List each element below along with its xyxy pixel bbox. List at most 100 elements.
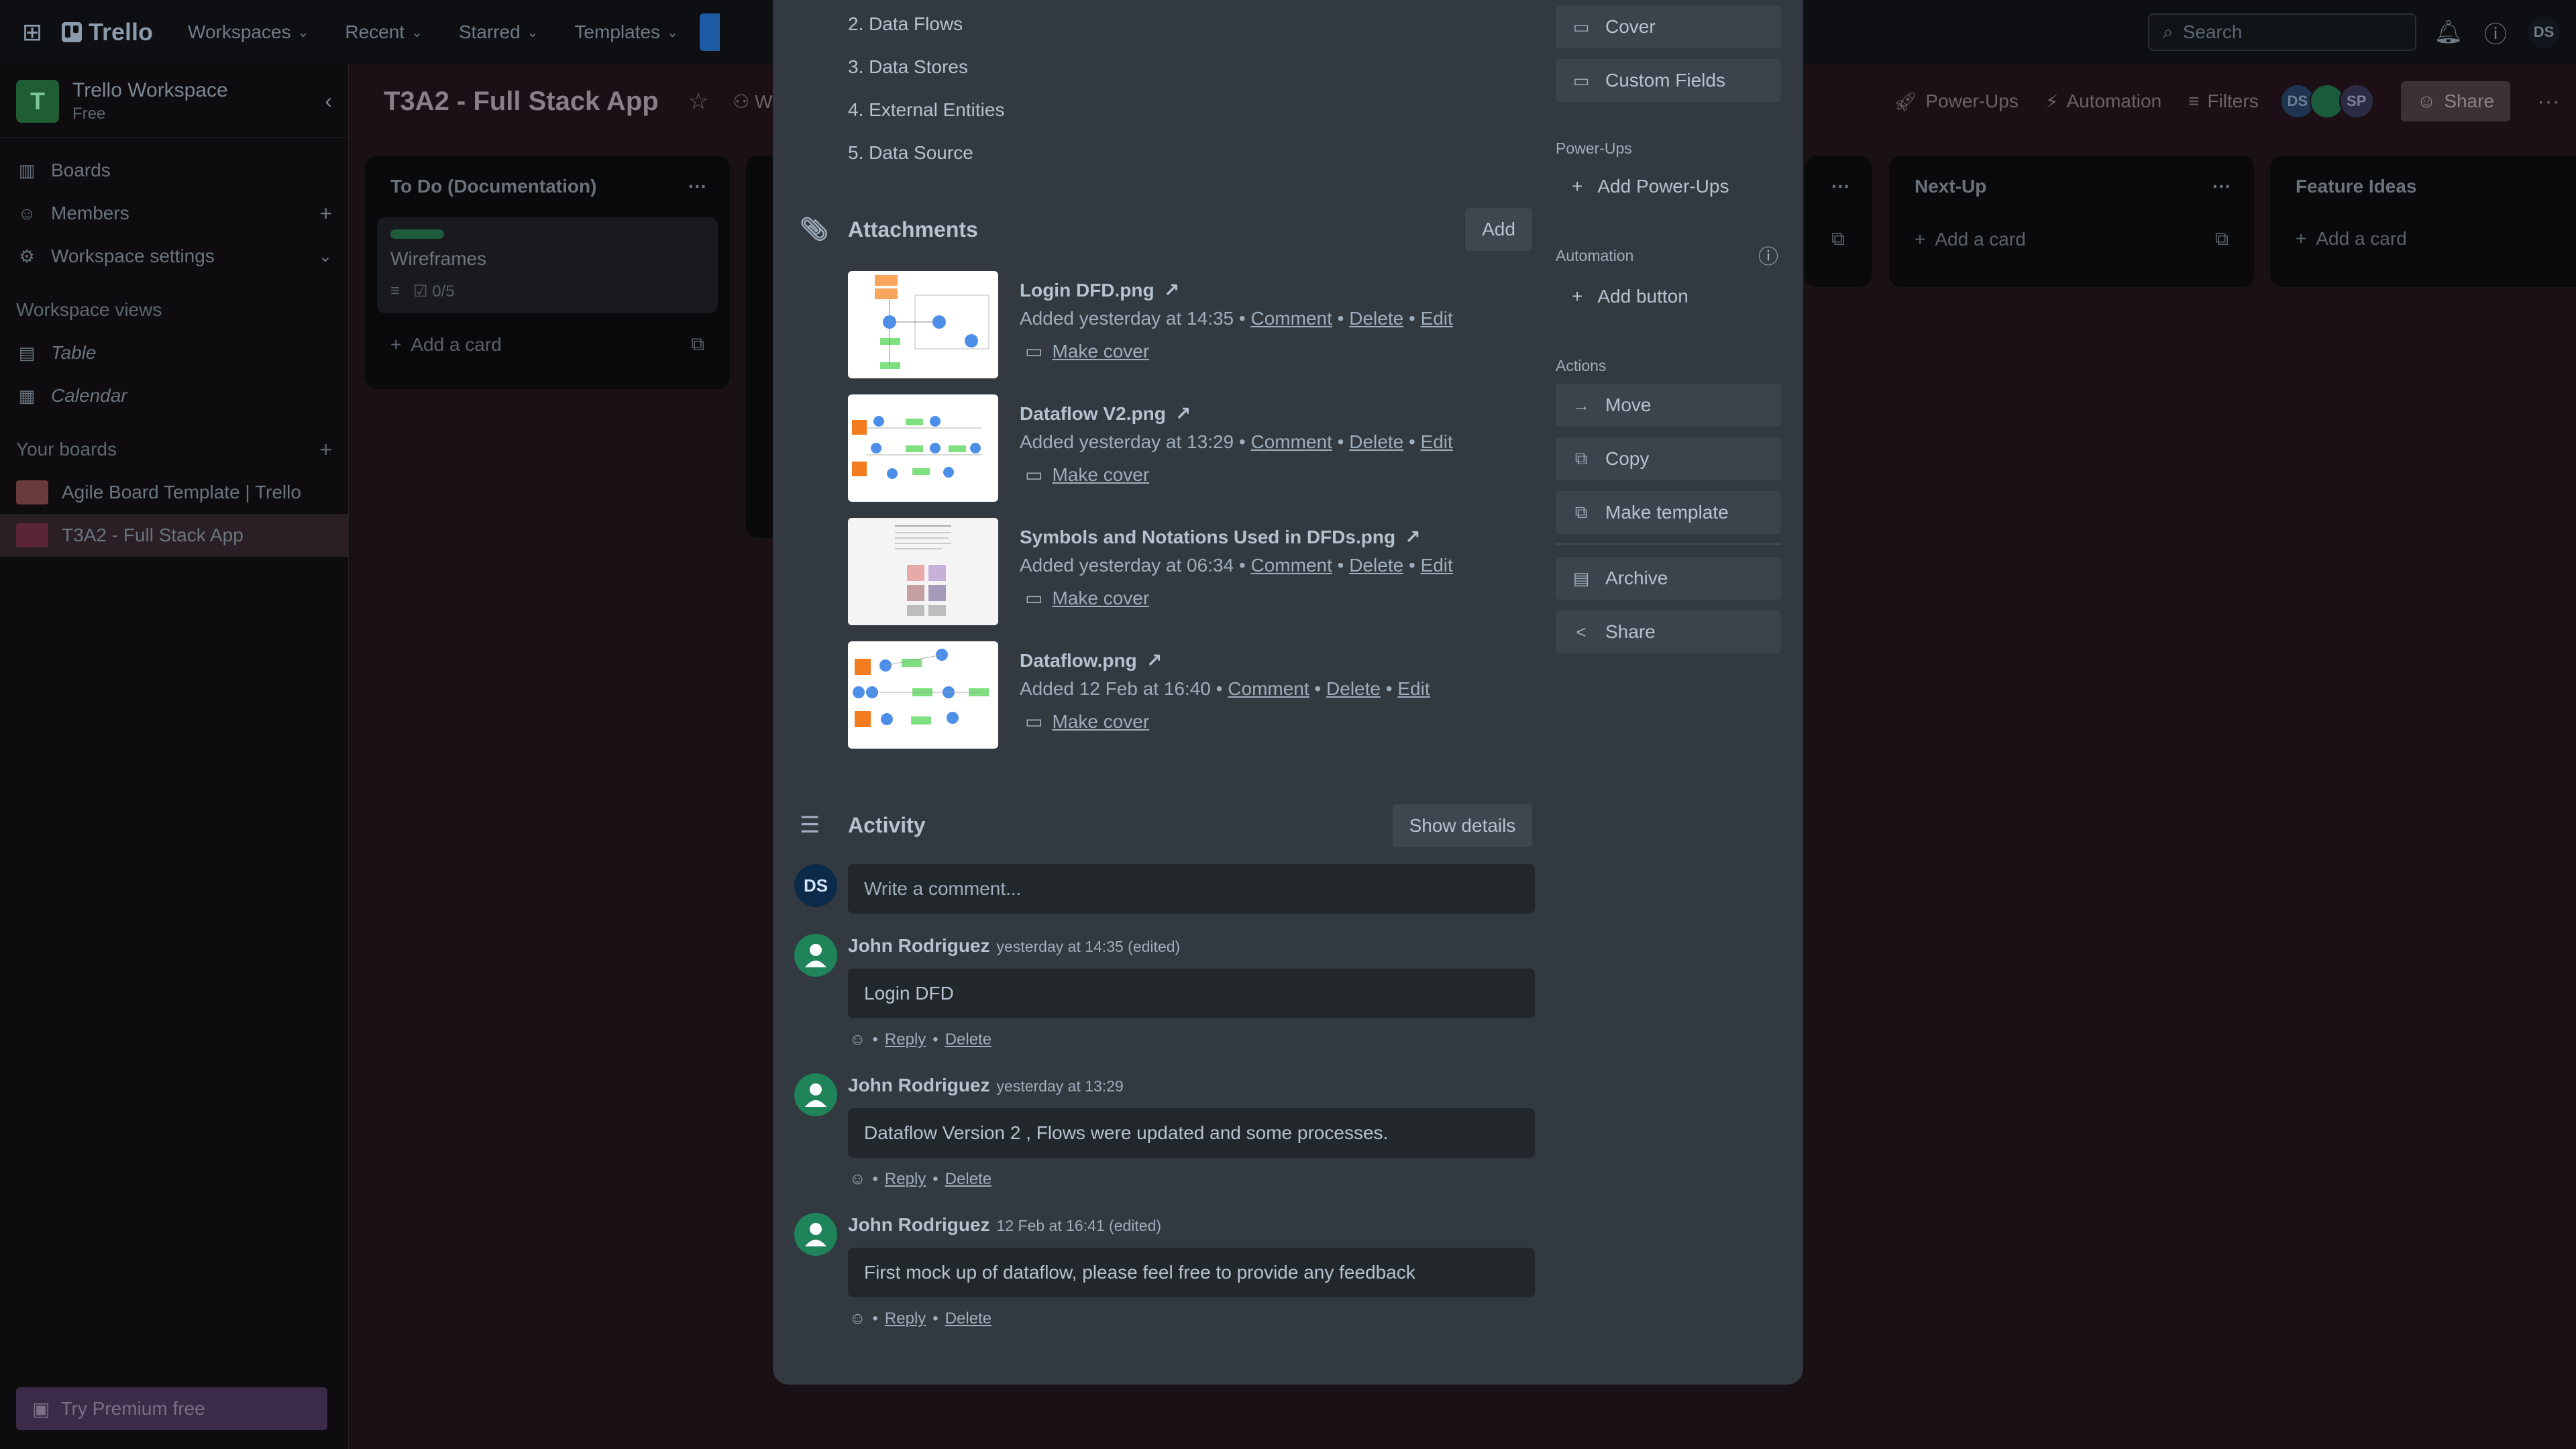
delete-link[interactable]: Delete — [1349, 308, 1403, 329]
attachment-thumbnail[interactable] — [848, 641, 998, 749]
current-user-avatar[interactable]: DS — [794, 864, 837, 907]
sidebar-item-workspace-settings[interactable]: ⚙︎ Workspace settings ⌄ — [0, 235, 348, 278]
sidebar-board-t3a2[interactable]: T3A2 - Full Stack App — [0, 514, 348, 557]
attachment-thumbnail[interactable] — [848, 271, 998, 378]
menu-workspaces[interactable]: Workspaces ⌄ — [180, 15, 317, 50]
attachment-name[interactable]: Dataflow.png ↗ — [1020, 649, 1430, 672]
list-header[interactable]: ··· — [1805, 156, 1872, 197]
reply-link[interactable]: Reply — [885, 1030, 926, 1049]
comment-author[interactable]: John Rodriguez — [848, 1075, 990, 1095]
edit-link[interactable]: Edit — [1397, 678, 1430, 699]
add-attachment-button[interactable]: Add — [1465, 208, 1532, 251]
add-member-icon[interactable]: + — [319, 201, 332, 226]
make-cover-link[interactable]: ▭ Make cover — [1025, 464, 1453, 486]
list-menu-icon[interactable]: ··· — [2212, 176, 2231, 197]
menu-templates[interactable]: Templates ⌄ — [566, 15, 686, 50]
user-avatar[interactable]: DS — [2528, 16, 2560, 48]
add-board-icon[interactable]: + — [319, 437, 332, 462]
collapse-sidebar-icon[interactable]: ‹ — [325, 89, 332, 113]
commenter-avatar[interactable] — [794, 1073, 837, 1116]
attachment-name[interactable]: Login DFD.png ↗ — [1020, 279, 1453, 301]
powerups-button[interactable]: 🚀︎ Power-Ups — [1894, 91, 2019, 113]
commenter-avatar[interactable] — [794, 934, 837, 977]
make-cover-link[interactable]: ▭ Make cover — [1025, 340, 1453, 362]
archive-button[interactable]: ▤ Archive — [1556, 557, 1781, 600]
board-members[interactable]: DS SP — [2279, 84, 2374, 119]
custom-fields-button[interactable]: ▭ Custom Fields — [1556, 59, 1781, 102]
delete-link[interactable]: Delete — [1349, 555, 1403, 576]
comment-link[interactable]: Comment — [1228, 678, 1309, 699]
list-header[interactable]: To Do (Documentation) ··· — [365, 156, 730, 197]
board-title[interactable]: T3A2 - Full Stack App — [384, 87, 659, 117]
edit-link[interactable]: Edit — [1421, 308, 1453, 329]
menu-recent[interactable]: Recent ⌄ — [337, 15, 430, 50]
reply-link[interactable]: Reply — [885, 1309, 926, 1328]
menu-starred[interactable]: Starred ⌄ — [451, 15, 547, 50]
attachment-name[interactable]: Symbols and Notations Used in DFDs.png ↗ — [1020, 526, 1453, 548]
card-wireframes[interactable]: Wireframes ≡ ☑ 0/5 — [377, 217, 718, 313]
list-header[interactable]: Feature Ideas — [2270, 156, 2576, 197]
comment-author[interactable]: John Rodriguez — [848, 1214, 990, 1235]
board-menu-icon[interactable]: ··· — [2537, 89, 2560, 115]
share-card-button[interactable]: < Share — [1556, 610, 1781, 653]
make-cover-link[interactable]: ▭ Make cover — [1025, 710, 1430, 733]
card-description[interactable]: 2. Data Flows 3. Data Stores 4. External… — [848, 11, 1004, 182]
attachment-thumbnail[interactable] — [848, 394, 998, 502]
add-button-button[interactable]: + Add button — [1556, 276, 1688, 317]
delete-link[interactable]: Delete — [1326, 678, 1381, 699]
external-link-icon[interactable]: ↗ — [1164, 279, 1179, 301]
add-reaction-icon[interactable]: ☺︎ — [849, 1309, 866, 1328]
add-reaction-icon[interactable]: ☺︎ — [849, 1170, 866, 1189]
sidebar-board-agile[interactable]: Agile Board Template | Trello — [0, 471, 348, 514]
list-header[interactable]: Next-Up ··· — [1889, 156, 2254, 197]
comment-input[interactable]: Write a comment... — [848, 864, 1535, 914]
external-link-icon[interactable]: ↗ — [1175, 402, 1191, 425]
sidebar-item-boards[interactable]: ▥ Boards — [0, 149, 348, 192]
add-card-button[interactable]: + Add a card — [2270, 228, 2576, 250]
attachment-name[interactable]: Dataflow V2.png ↗ — [1020, 402, 1453, 425]
card-template-icon[interactable]: ⧉ — [2215, 228, 2229, 250]
show-details-button[interactable]: Show details — [1393, 804, 1532, 847]
edit-link[interactable]: Edit — [1421, 555, 1453, 576]
comment-link[interactable]: Comment — [1251, 308, 1332, 329]
delete-comment-link[interactable]: Delete — [945, 1030, 991, 1049]
make-template-button[interactable]: ⧉ Make template — [1556, 491, 1781, 534]
sidebar-item-members[interactable]: ☺︎ Members + — [0, 192, 348, 235]
delete-comment-link[interactable]: Delete — [945, 1170, 991, 1189]
workspace-name[interactable]: Trello Workspace — [72, 79, 228, 102]
add-reaction-icon[interactable]: ☺︎ — [849, 1030, 866, 1049]
automation-button[interactable]: ⚡︎ Automation — [2045, 91, 2161, 113]
share-board-button[interactable]: ☺︎ Share — [2400, 81, 2511, 121]
comment-author[interactable]: John Rodriguez — [848, 935, 990, 956]
member-avatar[interactable]: SP — [2339, 84, 2374, 119]
list-menu-icon[interactable]: ··· — [688, 176, 707, 197]
comment-link[interactable]: Comment — [1251, 431, 1332, 452]
add-powerups-button[interactable]: + Add Power-Ups — [1556, 166, 1729, 207]
delete-comment-link[interactable]: Delete — [945, 1309, 991, 1328]
create-button[interactable] — [699, 13, 720, 51]
card-template-icon[interactable]: ⧉ — [691, 333, 704, 356]
comment-time[interactable]: 12 Feb at 16:41 (edited) — [997, 1217, 1162, 1234]
edit-link[interactable]: Edit — [1421, 431, 1453, 452]
move-button[interactable]: → Move — [1556, 384, 1781, 427]
comment-link[interactable]: Comment — [1251, 555, 1332, 576]
card-template-icon[interactable]: ⧉ — [1805, 228, 1872, 250]
app-switcher-icon[interactable]: ⊞ — [16, 16, 48, 48]
sidebar-item-calendar[interactable]: ▦ Calendar — [0, 374, 348, 417]
cover-button[interactable]: ▭ Cover — [1556, 5, 1781, 48]
try-premium-button[interactable]: ▣ Try Premium free — [16, 1387, 327, 1430]
star-icon[interactable]: ☆ — [688, 88, 708, 115]
commenter-avatar[interactable] — [794, 1213, 837, 1256]
add-card-button[interactable]: + Add a card ⧉ — [1889, 228, 2254, 250]
external-link-icon[interactable]: ↗ — [1405, 526, 1420, 548]
filters-button[interactable]: ≡ Filters — [2188, 91, 2259, 112]
external-link-icon[interactable]: ↗ — [1146, 649, 1162, 672]
list-menu-icon[interactable]: ··· — [1831, 176, 1850, 197]
make-cover-link[interactable]: ▭ Make cover — [1025, 587, 1453, 609]
reply-link[interactable]: Reply — [885, 1170, 926, 1189]
delete-link[interactable]: Delete — [1349, 431, 1403, 452]
notifications-icon[interactable]: 🔔︎ — [2434, 19, 2463, 46]
comment-time[interactable]: yesterday at 13:29 — [997, 1077, 1124, 1095]
comment-time[interactable]: yesterday at 14:35 (edited) — [997, 938, 1181, 955]
sidebar-item-table[interactable]: ▤ Table — [0, 331, 348, 374]
